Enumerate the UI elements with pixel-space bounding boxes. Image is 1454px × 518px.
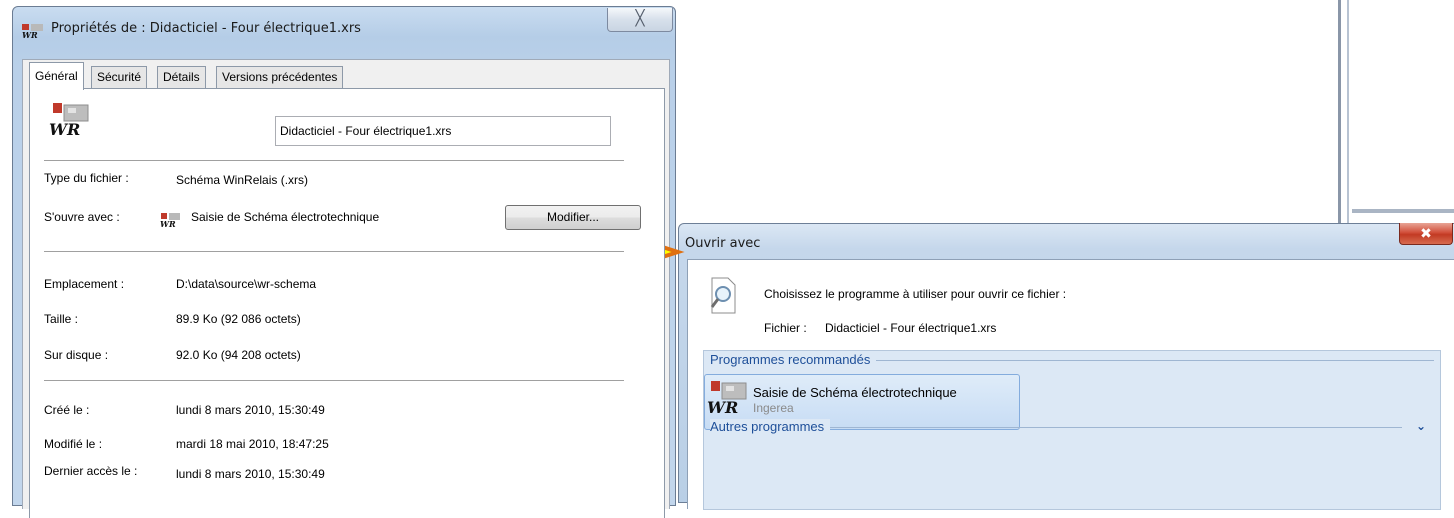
properties-titlebar[interactable]: WR Propriétés de : Didacticiel - Four él…: [13, 7, 675, 53]
winrelais-app-icon: WR: [707, 381, 747, 417]
file-type-label: Type du fichier :: [44, 171, 129, 185]
file-type-value: Schéma WinRelais (.xrs): [176, 173, 309, 187]
separator: [44, 380, 624, 381]
winrelais-app-icon: WR: [22, 24, 43, 39]
modify-button[interactable]: Modifier...: [505, 205, 641, 230]
svg-text:WR: WR: [707, 398, 738, 417]
properties-window: WR Propriétés de : Didacticiel - Four él…: [12, 6, 676, 518]
opens-with-label: S'ouvre avec :: [44, 210, 120, 224]
open-with-close-button[interactable]: ✖: [1399, 223, 1453, 245]
tab-securite[interactable]: Sécurité: [91, 66, 148, 89]
background-window-edge: [1338, 0, 1341, 225]
other-programs-header[interactable]: Autres programmes: [710, 419, 831, 434]
properties-body: Général Sécurité Détails Versions précéd…: [22, 59, 670, 518]
open-with-file-value: Didacticiel - Four électrique1.xrs: [825, 321, 997, 335]
open-with-file-label: Fichier :: [764, 321, 807, 335]
background-window-bar: [1352, 209, 1454, 213]
app-publisher: Ingerea: [753, 401, 794, 415]
svg-text:WR: WR: [49, 120, 80, 139]
size-label: Taille :: [44, 312, 79, 326]
accessed-value: lundi 8 mars 2010, 15:30:49: [176, 467, 325, 481]
open-with-title: Ouvrir avec: [685, 236, 761, 251]
created-label: Créé le :: [44, 403, 90, 417]
tab-details[interactable]: Détails: [157, 66, 206, 89]
location-value: D:\data\source\wr-schema: [176, 277, 317, 291]
close-icon: ╳: [635, 10, 645, 27]
tab-general[interactable]: Général: [29, 62, 84, 90]
modified-value: mardi 18 mai 2010, 18:47:25: [176, 437, 329, 451]
search-document-icon: [710, 277, 736, 314]
opens-with-value: Saisie de Schéma électrotechnique: [191, 210, 380, 224]
open-with-prompt: Choisissez le programme à utiliser pour …: [764, 287, 1067, 301]
tab-versions-precedentes[interactable]: Versions précédentes: [216, 66, 344, 89]
size-on-disk-label: Sur disque :: [44, 348, 109, 362]
created-value: lundi 8 mars 2010, 15:30:49: [176, 403, 325, 417]
background-window-edge-inner: [1347, 0, 1349, 225]
accessed-label: Dernier accès le :: [44, 464, 138, 478]
general-tab-page: WR Type du fichier : Schéma WinRelais (.…: [29, 88, 665, 518]
location-label: Emplacement :: [44, 277, 125, 291]
close-icon: ✖: [1420, 225, 1432, 241]
chevron-down-icon[interactable]: ⌄: [1416, 419, 1426, 433]
recommended-programs-header[interactable]: Programmes recommandés: [710, 352, 877, 367]
size-on-disk-value: 92.0 Ko (94 208 octets): [176, 348, 301, 362]
properties-close-button[interactable]: ╳: [607, 8, 673, 32]
modified-label: Modifié le :: [44, 437, 103, 451]
size-value: 89.9 Ko (92 086 octets): [176, 312, 301, 326]
programs-list: Programmes recommandés WR Saisie de Sché…: [703, 350, 1441, 510]
open-with-dialog: Ouvrir avec ✖ Choisissez le programme à …: [678, 223, 1454, 510]
properties-title: Propriétés de : Didacticiel - Four élect…: [51, 21, 361, 36]
winrelais-file-icon: WR: [49, 103, 89, 139]
open-with-body: Choisissez le programme à utiliser pour …: [687, 259, 1454, 510]
svg-text:WR: WR: [22, 30, 38, 39]
svg-text:WR: WR: [160, 219, 176, 228]
winrelais-app-icon: WR: [160, 213, 180, 228]
separator: [44, 251, 624, 252]
desktop-background-left: [0, 0, 12, 494]
separator: [44, 160, 624, 161]
filename-field[interactable]: [275, 116, 611, 146]
app-name: Saisie de Schéma électrotechnique: [753, 385, 957, 400]
